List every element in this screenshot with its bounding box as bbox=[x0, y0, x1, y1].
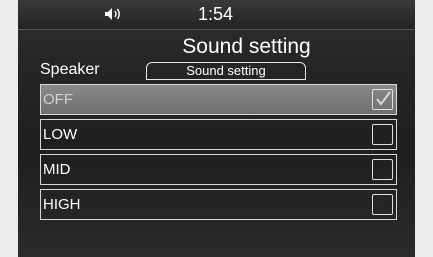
option-high[interactable]: HIGH bbox=[40, 189, 397, 220]
speaker-section-label: Speaker bbox=[40, 61, 100, 78]
checkmark-icon bbox=[376, 91, 391, 106]
checkbox-unchecked[interactable] bbox=[372, 194, 393, 215]
head-unit-screen: 1:54 Sound setting Speaker Sound setting… bbox=[18, 0, 415, 257]
option-label: LOW bbox=[43, 126, 78, 143]
option-list: OFF LOW MID HIGH bbox=[40, 84, 397, 224]
option-mid[interactable]: MID bbox=[40, 154, 397, 185]
checkbox-unchecked[interactable] bbox=[372, 159, 393, 180]
option-label: MID bbox=[43, 161, 71, 178]
option-label: HIGH bbox=[43, 196, 81, 213]
speaker-volume-icon bbox=[104, 7, 122, 21]
status-bar: 1:54 bbox=[18, 0, 415, 30]
clock: 1:54 bbox=[198, 4, 234, 24]
page-title: Sound setting bbox=[182, 35, 311, 58]
checkbox-checked[interactable] bbox=[372, 89, 393, 110]
option-low[interactable]: LOW bbox=[40, 119, 397, 150]
option-label: OFF bbox=[43, 91, 73, 108]
sound-setting-tab[interactable]: Sound setting bbox=[146, 62, 306, 80]
option-off[interactable]: OFF bbox=[40, 84, 397, 115]
checkbox-unchecked[interactable] bbox=[372, 124, 393, 145]
